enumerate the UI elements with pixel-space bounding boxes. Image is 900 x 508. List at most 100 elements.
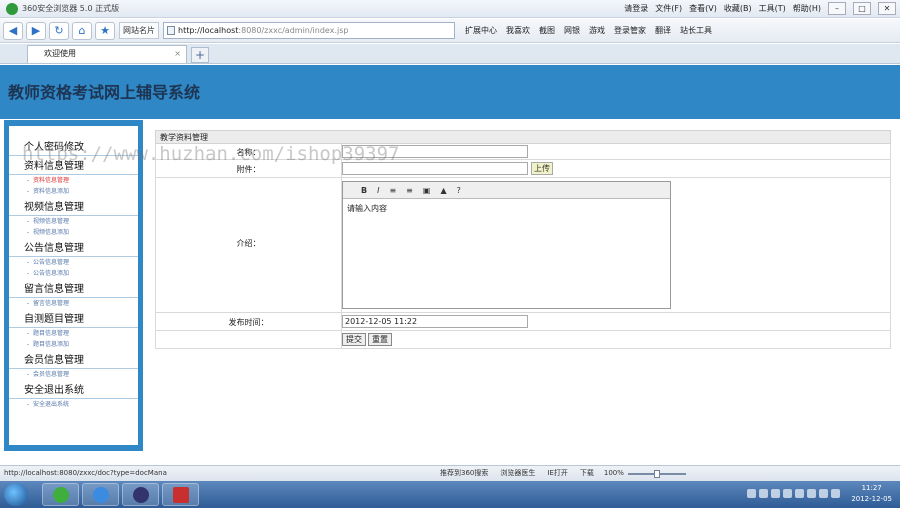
menu-item-doc-add[interactable]: 资料信息添加 [9,186,138,197]
browser-menu: 请登录 文件(F) 查看(V) 收藏(B) 工具(T) 帮助(H) – □ ✕ [624,2,896,15]
editor-content[interactable]: 请输入内容 [343,199,670,218]
menu-item-video-manage[interactable]: 视频信息管理 [9,216,138,227]
menu-tools[interactable]: 工具(T) [759,3,786,14]
tool-login-manager[interactable]: 登录管家 [614,25,646,36]
menu-group-title[interactable]: 公告信息管理 [9,241,138,257]
tab-close-icon[interactable]: × [174,46,181,62]
sidebar: 个人密码修改 资料信息管理 资料信息管理 资料信息添加 视频信息管理 视频信息管… [4,120,143,451]
menu-item-message-manage[interactable]: 留言信息管理 [9,298,138,309]
clock-date: 2012-12-05 [851,495,892,503]
bold-icon[interactable]: B [361,186,367,195]
menu-help[interactable]: 帮助(H) [793,3,821,14]
tool-webmaster[interactable]: 站长工具 [680,25,712,36]
status-items: 推荐到360搜索 浏览器医生 IE打开 下载 [440,466,594,481]
menu-item-doc-manage[interactable]: 资料信息管理 [9,175,138,186]
tray-icon[interactable] [783,489,792,498]
maximize-icon[interactable]: □ [853,2,871,15]
italic-icon[interactable]: I [377,186,379,195]
nav-tools: 扩展中心 我喜欢 截图 网银 游戏 登录管家 翻译 站长工具 [465,25,712,36]
menu-item-quiz-manage[interactable]: 题目信息管理 [9,328,138,339]
status-download[interactable]: 下载 [580,466,594,481]
menu-favorites[interactable]: 收藏(B) [724,3,752,14]
system-tray [747,489,840,498]
browser-title: 360安全浏览器 5.0 正式版 [22,4,120,13]
section-title: 教学资料管理 [155,130,891,144]
tool-extensions[interactable]: 扩展中心 [465,25,497,36]
ordered-list-icon[interactable]: ≡ [389,186,396,195]
menu-login[interactable]: 请登录 [624,3,648,14]
close-icon[interactable]: ✕ [878,2,896,15]
menu-item-logout[interactable]: 安全退出系统 [9,399,138,410]
image-icon[interactable]: ▣ [423,186,431,195]
address-bar[interactable]: http://localhost:8080/zxxc/admin/index.j… [163,22,455,39]
tray-icon[interactable] [807,489,816,498]
clock[interactable]: 11:27 2012-12-05 [851,483,892,505]
flash-icon[interactable]: ▲ [440,186,446,195]
tray-icon[interactable] [759,489,768,498]
tray-icon[interactable] [819,489,828,498]
address-host: http://localhost [178,26,239,35]
zoom-slider[interactable] [627,469,686,478]
menu-group-logout: 安全退出系统 安全退出系统 [9,383,138,410]
editor-toolbar: B I ≡ ≡ ▣ ▲ ? [343,182,670,199]
tool-like[interactable]: 我喜欢 [506,25,530,36]
zoom-control: 100% [604,466,686,481]
forward-arrow-icon[interactable]: ▶ [26,21,46,40]
start-icon[interactable] [4,483,28,506]
menu-view[interactable]: 查看(V) [689,3,717,14]
reset-button[interactable]: 重置 [368,333,392,346]
taskbar-360-browser[interactable] [42,483,79,506]
zoom-slider-knob[interactable] [653,469,660,478]
unordered-list-icon[interactable]: ≡ [406,186,413,195]
status-doctor[interactable]: 浏览器医生 [500,466,535,481]
back-arrow-icon[interactable]: ◀ [3,21,23,40]
menu-group-title[interactable]: 视频信息管理 [9,200,138,216]
status-recommend[interactable]: 推荐到360搜索 [440,466,488,481]
tool-bank[interactable]: 网银 [564,25,580,36]
menu-file[interactable]: 文件(F) [655,3,682,14]
row-intro: 介绍： B I ≡ ≡ ▣ ▲ ? 请输入内容 [155,178,891,313]
system-title: 教师资格考试网上辅导系统 [8,83,201,102]
tray-icon[interactable] [795,489,804,498]
status-url: http://localhost:8080/zxxc/doc?type=docM… [4,469,167,477]
tray-icon[interactable] [771,489,780,498]
tray-icon[interactable] [747,489,756,498]
taskbar-app[interactable] [162,483,199,506]
browser-title-bar: 360安全浏览器 5.0 正式版 请登录 文件(F) 查看(V) 收藏(B) 工… [0,0,900,18]
star-icon[interactable]: ★ [95,21,115,40]
taskbar-eclipse[interactable] [122,483,159,506]
upload-button[interactable]: 上传 [531,162,553,175]
menu-group-title[interactable]: 会员信息管理 [9,353,138,369]
menu-item-notice-manage[interactable]: 公告信息管理 [9,257,138,268]
menu-item-member-manage[interactable]: 会员信息管理 [9,369,138,380]
tool-translate[interactable]: 翻译 [655,25,671,36]
publish-time-input[interactable]: 2012-12-05 11:22 [342,315,528,328]
zoom-level[interactable]: 100% [604,466,624,481]
refresh-icon[interactable]: ↻ [49,21,69,40]
site-card-button[interactable]: 网站名片 [119,22,159,39]
tool-screenshot[interactable]: 截图 [539,25,555,36]
menu-group-notice: 公告信息管理 公告信息管理 公告信息添加 [9,241,138,279]
browser-nav-bar: ◀ ▶ ↻ ⌂ ★ 网站名片 http://localhost:8080/zxx… [0,19,900,43]
tray-icon[interactable] [831,489,840,498]
menu-item-notice-add[interactable]: 公告信息添加 [9,268,138,279]
watermark: https://www.huzhan.com/ishop39397 [22,143,400,165]
tool-games[interactable]: 游戏 [589,25,605,36]
rich-text-editor[interactable]: B I ≡ ≡ ▣ ▲ ? 请输入内容 [342,181,671,309]
menu-item-video-add[interactable]: 视频信息添加 [9,227,138,238]
menu-group-title[interactable]: 留言信息管理 [9,282,138,298]
minimize-icon[interactable]: – [828,2,846,15]
home-icon[interactable]: ⌂ [72,21,92,40]
clock-time: 11:27 [861,484,882,492]
status-ie-open[interactable]: IE打开 [547,466,568,481]
taskbar: 11:27 2012-12-05 [0,481,900,508]
menu-group-title[interactable]: 安全退出系统 [9,383,138,399]
taskbar-ie[interactable] [82,483,119,506]
menu-item-quiz-add[interactable]: 题目信息添加 [9,339,138,350]
menu-group-video: 视频信息管理 视频信息管理 视频信息添加 [9,200,138,238]
new-tab-icon[interactable]: + [191,47,209,63]
submit-button[interactable]: 提交 [342,333,366,346]
tab-welcome[interactable]: 欢迎使用 × [27,45,187,63]
help-icon[interactable]: ? [457,186,461,195]
menu-group-title[interactable]: 自测题目管理 [9,312,138,328]
